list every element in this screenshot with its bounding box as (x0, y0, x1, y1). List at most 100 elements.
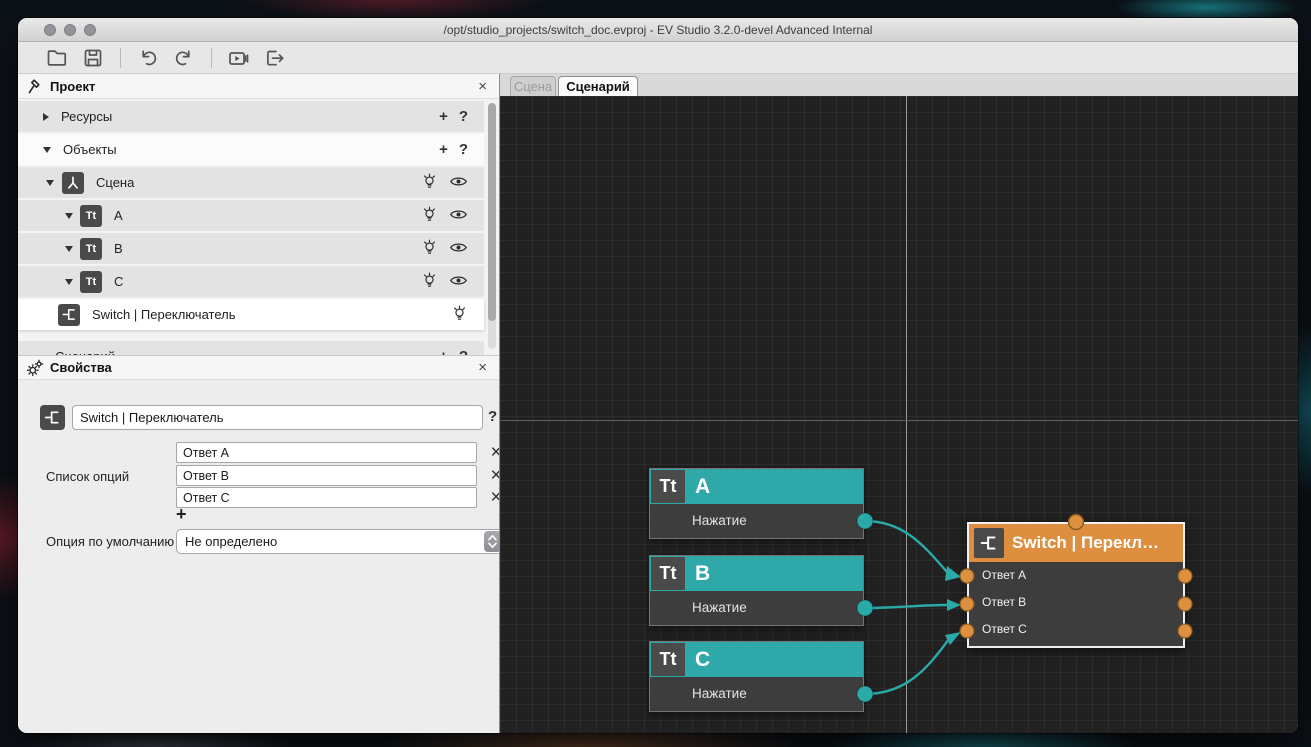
switch-row-a: Ответ A (969, 562, 1183, 589)
folder-icon (46, 47, 68, 69)
bulb-icon[interactable] (421, 238, 438, 260)
tab-scenario[interactable]: Сценарий (558, 76, 638, 96)
tree-item-switch[interactable]: Switch | Переключатель (18, 299, 484, 330)
node-output-row: Нажатие (650, 677, 863, 711)
tab-scene[interactable]: Сцена (510, 76, 556, 96)
section-label: Ресурсы (61, 109, 439, 124)
tree-item-label: B (114, 241, 421, 256)
node-title: B (686, 556, 710, 591)
switch-node-header: Switch | Перекл… (969, 524, 1183, 562)
project-tree-scrollbar (488, 103, 496, 349)
toolbar-separator (120, 48, 121, 68)
node-title: Switch | Перекл… (1004, 533, 1159, 553)
text-object-icon: Tt (651, 557, 685, 590)
bulb-icon[interactable] (421, 205, 438, 227)
bulb-icon[interactable] (421, 172, 438, 194)
section-label: Объекты (63, 142, 439, 157)
tree-section-resources[interactable]: Ресурсы + ? (18, 101, 484, 132)
chevron-down-icon[interactable] (65, 279, 73, 285)
options-list-label: Список опций (46, 469, 129, 484)
tree-item-label: C (114, 274, 421, 289)
chevron-down-icon[interactable] (43, 147, 51, 153)
editor-tabbar: Сцена Сценарий (500, 74, 1298, 96)
text-object-icon: Tt (651, 643, 685, 676)
properties-panel-close-button[interactable]: × (478, 360, 487, 375)
left-panel-column: Проект × Ресурсы + ? Объекты + (18, 74, 499, 733)
properties-panel-title: Свойства (50, 360, 478, 375)
bulb-icon[interactable] (451, 304, 468, 326)
wire-c-to-switch (865, 639, 949, 694)
redo-button[interactable] (171, 45, 197, 71)
open-project-button[interactable] (44, 45, 70, 71)
toolbar (18, 42, 1298, 74)
node-title: A (686, 469, 710, 504)
chevron-down-icon[interactable] (65, 246, 73, 252)
text-object-icon: Tt (80, 238, 102, 260)
eye-icon[interactable] (449, 240, 468, 258)
window-titlebar: /opt/studio_projects/switch_doc.evproj -… (18, 18, 1298, 42)
project-panel-header: Проект × (18, 74, 499, 99)
properties-content: ? Список опций × × × + Опция по умолчани… (18, 381, 499, 733)
tree-item-a[interactable]: Tt A (18, 200, 484, 231)
default-option-label: Опция по умолчанию (46, 534, 174, 549)
option-b-input[interactable] (176, 465, 477, 486)
chevron-down-icon[interactable] (46, 180, 54, 186)
export-button[interactable] (262, 45, 288, 71)
properties-help-button[interactable]: ? (488, 408, 497, 425)
tree-item-b[interactable]: Tt B (18, 233, 484, 264)
wire-arrow-icon (947, 599, 961, 611)
toolbar-separator (211, 48, 212, 68)
tree-section-objects[interactable]: Объекты + ? (18, 134, 484, 165)
switch-row-c: Ответ C (969, 616, 1183, 643)
node-c[interactable]: Tt C Нажатие (649, 641, 864, 712)
save-icon (82, 47, 104, 69)
project-tree: Ресурсы + ? Объекты + ? (18, 99, 499, 355)
chevron-right-icon[interactable] (43, 113, 49, 121)
video-play-icon (227, 47, 251, 69)
switch-icon (40, 405, 65, 430)
redo-icon (173, 47, 195, 69)
chevron-down-icon[interactable] (65, 213, 73, 219)
node-title: C (686, 642, 710, 677)
tree-section-scenario-partial[interactable]: Сценарий + ? (18, 341, 484, 355)
add-option-button[interactable]: + (176, 505, 194, 523)
tree-item-scene[interactable]: Сцена (18, 167, 484, 198)
add-resource-button[interactable]: + (439, 109, 448, 124)
save-button[interactable] (80, 45, 106, 71)
node-graph-canvas[interactable]: Tt A Нажатие Tt B Нажатие Tt C (500, 96, 1298, 733)
objects-help-button[interactable]: ? (459, 142, 468, 157)
option-a-input[interactable] (176, 442, 477, 463)
node-a[interactable]: Tt A Нажатие (649, 468, 864, 539)
add-object-button[interactable]: + (439, 142, 448, 157)
wire-arrow-icon (945, 566, 961, 581)
switch-icon (58, 304, 80, 326)
text-object-icon: Tt (651, 470, 685, 503)
run-preview-button[interactable] (226, 45, 252, 71)
selected-value: Не определено (185, 534, 484, 549)
text-object-icon: Tt (80, 205, 102, 227)
gears-icon (26, 359, 44, 377)
bulb-icon[interactable] (421, 271, 438, 293)
properties-panel-header: Свойства × (18, 355, 499, 380)
editor-column: Сцена Сценарий Tt A Нажатие Tt (499, 74, 1298, 733)
option-c-input[interactable] (176, 487, 477, 508)
tree-item-c[interactable]: Tt C (18, 266, 484, 297)
scrollbar-thumb[interactable] (488, 103, 496, 321)
eye-icon[interactable] (449, 174, 468, 192)
node-c-header: Tt C (650, 642, 863, 677)
node-switch[interactable]: Switch | Перекл… Ответ A Ответ B Ответ C (967, 522, 1185, 648)
eye-icon[interactable] (449, 207, 468, 225)
app-window: /opt/studio_projects/switch_doc.evproj -… (18, 18, 1298, 733)
eye-icon[interactable] (449, 273, 468, 291)
node-b[interactable]: Tt B Нажатие (649, 555, 864, 626)
node-output-row: Нажатие (650, 504, 863, 538)
object-name-input[interactable] (72, 405, 483, 430)
undo-button[interactable] (135, 45, 161, 71)
window-title: /opt/studio_projects/switch_doc.evproj -… (18, 18, 1298, 42)
node-output-row: Нажатие (650, 591, 863, 625)
desktop-background: { "window": { "title": "/opt/studio_proj… (0, 0, 1311, 747)
default-option-select[interactable]: Не определено (176, 529, 503, 554)
resources-help-button[interactable]: ? (459, 109, 468, 124)
scene-icon (62, 172, 84, 194)
project-panel-close-button[interactable]: × (478, 79, 487, 94)
